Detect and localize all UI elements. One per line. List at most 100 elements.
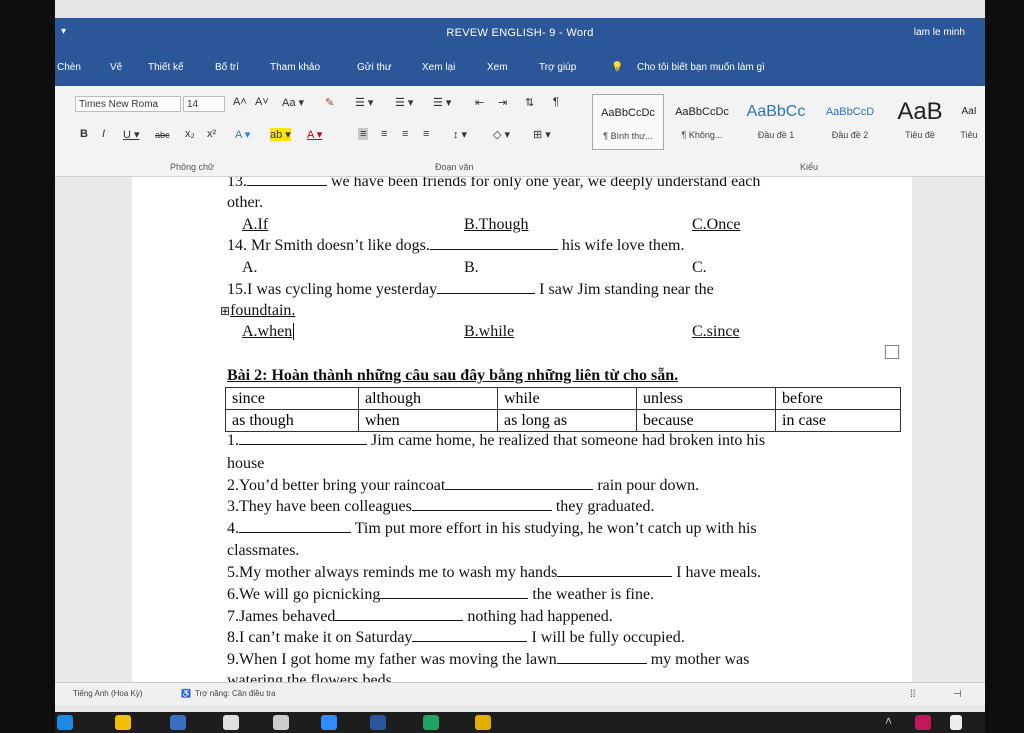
q15-option-c: C.since xyxy=(692,323,740,340)
font-color-icon[interactable]: A ▾ xyxy=(307,128,322,141)
text-effects-icon[interactable]: A ▾ xyxy=(235,128,250,141)
tab-draw[interactable]: Vẽ xyxy=(110,62,122,73)
title-bar: ▾ REVEW ENGLISH- 9 - Word lam le minh xyxy=(55,18,985,50)
style-title[interactable]: AaB Tiêu đề xyxy=(888,94,952,150)
q13-option-b: B.Though xyxy=(464,216,529,233)
status-bar: Tiếng Anh (Hoa Kỳ) ♿ Trợ năng: Cần điều … xyxy=(55,682,985,705)
table-row: as though when as long as because in cas… xyxy=(225,409,901,432)
s9-text-start: 9.When I got home my father was moving t… xyxy=(227,651,557,668)
style-preview: AaBbCcDc xyxy=(675,106,729,118)
move-handle-icon[interactable]: ⊞ xyxy=(220,304,230,318)
align-center-icon[interactable]: ≡ xyxy=(381,128,387,140)
app-v-icon[interactable] xyxy=(915,715,931,730)
answer-blank xyxy=(556,651,647,664)
align-left-icon[interactable]: ≡ xyxy=(358,128,369,140)
tab-mailings[interactable]: Gửi thư xyxy=(357,62,392,73)
tell-me-search[interactable]: Cho tôi biết bạn muốn làm gì xyxy=(637,62,765,73)
align-right-icon[interactable]: ≡ xyxy=(402,128,408,140)
sentence-4: 4. Tim put more effort in his studying, … xyxy=(227,520,757,538)
read-mode-icon[interactable]: ⊣ xyxy=(953,689,962,700)
tab-view[interactable]: Xem xyxy=(487,62,508,73)
store-icon[interactable] xyxy=(115,715,131,730)
chevron-up-icon[interactable]: ˄ xyxy=(885,714,892,728)
sentence-8: 8.I can’t make it on Saturday I will be … xyxy=(227,629,685,647)
increase-indent-icon[interactable]: ⇥ xyxy=(498,96,507,109)
s2-text-end: rain pour down. xyxy=(597,477,700,494)
question-15: 15.I was cycling home yesterday I saw Ji… xyxy=(227,281,714,299)
style-normal[interactable]: AaBbCcDc ¶ Bình thư... xyxy=(592,94,664,150)
document-page[interactable]: 13. we have been friends for only one ye… xyxy=(132,177,912,682)
shrink-font-icon[interactable]: A˅ xyxy=(255,96,269,108)
word-icon[interactable] xyxy=(370,715,386,730)
language-status[interactable]: Tiếng Anh (Hoa Kỳ) xyxy=(73,689,143,698)
font-size-box[interactable]: 14 xyxy=(183,96,225,112)
bullets-icon[interactable]: ☰ ▾ xyxy=(355,96,373,109)
q14-option-c: C. xyxy=(692,259,707,276)
greenshot-icon[interactable] xyxy=(423,715,439,730)
shading-icon[interactable]: ◇ ▾ xyxy=(493,128,510,141)
style-name: ¶ Bình thư... xyxy=(603,131,653,141)
strikethrough-button[interactable]: abc xyxy=(155,130,170,140)
action-center-icon[interactable] xyxy=(950,715,962,730)
font-name-box[interactable]: Times New Roma xyxy=(75,96,181,112)
line-spacing-icon[interactable]: ↕ ▾ xyxy=(453,128,467,141)
borders-icon[interactable]: ⊞ ▾ xyxy=(533,128,551,141)
bold-button[interactable]: B xyxy=(80,128,88,140)
q13-option-c: C.Once xyxy=(692,216,741,233)
italic-button[interactable]: I xyxy=(102,128,105,140)
s4-number: 4. xyxy=(227,520,239,537)
accessibility-status[interactable]: Trợ năng: Cần điều tra xyxy=(195,689,276,698)
sentence-5: 5.My mother always reminds me to wash my… xyxy=(227,564,761,582)
tool-icon[interactable] xyxy=(273,715,289,730)
tab-references[interactable]: Tham khảo xyxy=(270,62,320,73)
zalo-icon[interactable] xyxy=(321,715,337,730)
q14-text-end: his wife love them. xyxy=(561,237,685,254)
mail-icon[interactable] xyxy=(223,715,239,730)
tab-insert[interactable]: Chèn xyxy=(57,62,81,73)
answer-blank xyxy=(437,281,536,294)
tab-help[interactable]: Trợ giúp xyxy=(539,62,576,73)
table-cell: although xyxy=(358,387,498,410)
multilevel-list-icon[interactable]: ☰ ▾ xyxy=(433,96,451,109)
group-styles-label: Kiểu xyxy=(800,162,819,172)
grow-font-icon[interactable]: A˄ xyxy=(233,96,247,108)
tab-layout[interactable]: Bố trí xyxy=(215,62,239,73)
answer-blank xyxy=(557,564,673,577)
underline-button[interactable]: U ▾ xyxy=(123,128,140,141)
superscript-button[interactable]: x² xyxy=(207,128,216,140)
q15-option-b: B.while xyxy=(464,323,515,340)
layout-options-icon[interactable] xyxy=(885,345,899,359)
file-explorer-icon[interactable] xyxy=(475,715,491,730)
question-13: 13. we have been friends for only one ye… xyxy=(227,177,760,191)
justify-icon[interactable]: ≡ xyxy=(423,128,429,140)
focus-mode-icon[interactable]: ⁞⁞ xyxy=(910,689,916,700)
numbering-icon[interactable]: ☰ ▾ xyxy=(395,96,413,109)
sentence-2: 2.You’d better bring your raincoat rain … xyxy=(227,477,699,495)
edge-icon[interactable] xyxy=(57,715,73,730)
table-cell: before xyxy=(775,387,901,410)
style-heading-1[interactable]: AaBbCc Đầu đề 1 xyxy=(740,94,812,150)
style-heading-2[interactable]: AaBbCcD Đầu đề 2 xyxy=(814,94,886,150)
q15-option-a: A.when xyxy=(242,323,295,341)
decrease-indent-icon[interactable]: ⇤ xyxy=(475,96,484,109)
sort-icon[interactable]: ⇅ xyxy=(525,96,534,109)
show-marks-icon[interactable]: ¶ xyxy=(553,96,559,108)
style-name: Đầu đề 1 xyxy=(757,130,795,140)
style-subtitle[interactable]: AaI Tiêu xyxy=(954,94,984,150)
question-14: 14. Mr Smith doesn’t like dogs. his wife… xyxy=(227,237,684,255)
highlight-icon[interactable]: ab ▾ xyxy=(270,128,291,141)
q13-text: we have been friends for only one year, … xyxy=(327,177,761,190)
dropbox-icon[interactable] xyxy=(170,715,186,730)
tab-review[interactable]: Xem lại xyxy=(422,62,455,73)
style-no-spacing[interactable]: AaBbCcDc ¶ Không... xyxy=(666,94,738,150)
table-cell: as long as xyxy=(497,409,637,432)
subscript-button[interactable]: x₂ xyxy=(185,128,195,140)
s9-text-end: my mother was xyxy=(650,651,750,668)
clear-format-icon[interactable]: ✎ xyxy=(325,96,334,109)
table-cell: in case xyxy=(775,409,901,432)
change-case-icon[interactable]: Aa ▾ xyxy=(282,96,304,109)
answer-blank xyxy=(412,629,528,642)
answer-blank xyxy=(239,520,351,533)
tab-design[interactable]: Thiết kế xyxy=(148,62,184,73)
user-name[interactable]: lam le minh xyxy=(914,27,965,38)
